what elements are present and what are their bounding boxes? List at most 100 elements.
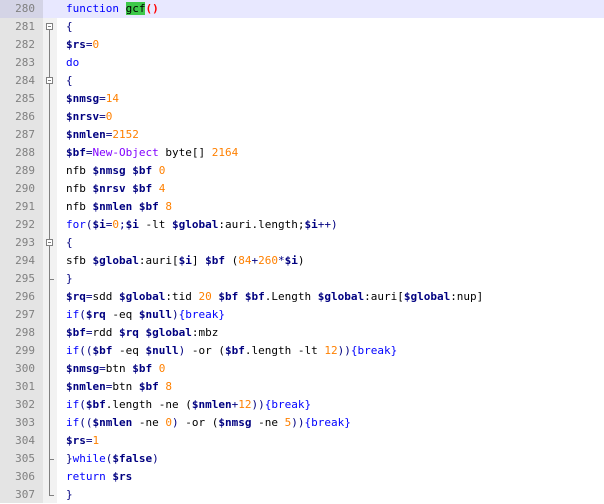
fold-guide-line xyxy=(43,108,57,126)
code-text[interactable]: } xyxy=(66,486,73,504)
code-text[interactable]: $nmlen=2152 xyxy=(66,126,139,144)
code-text[interactable]: if(($bf -eq $null) -or ($bf.length -lt 1… xyxy=(66,342,397,360)
code-token: } xyxy=(66,488,73,501)
line-number: 300 xyxy=(15,362,35,375)
code-text[interactable]: $nrsv=0 xyxy=(66,108,112,126)
code-token: $bf xyxy=(225,344,245,357)
code-line[interactable]: 287 $nmlen=2152 xyxy=(0,126,604,144)
code-token: 0 xyxy=(105,110,113,123)
code-line[interactable]: 301 $nmlen=btn $bf 8 xyxy=(0,378,604,396)
code-token: $bf xyxy=(85,398,106,411)
code-token: $bf xyxy=(66,326,86,339)
code-text[interactable]: nfb $nmsg $bf 0 xyxy=(66,162,165,180)
fold-collapse-icon[interactable] xyxy=(43,18,57,36)
code-text[interactable]: function gcf() xyxy=(66,0,159,18)
code-text[interactable]: do xyxy=(66,54,79,72)
code-line[interactable]: 292 for($i=0;$i -lt $global:auri.length;$… xyxy=(0,216,604,234)
code-text[interactable]: sfb $global:auri[$i] $bf (84+260*$i) xyxy=(66,252,304,270)
code-token: $nmlen xyxy=(92,200,133,213)
code-text[interactable]: { xyxy=(66,72,73,90)
code-line[interactable]: 306 return $rs xyxy=(0,468,604,486)
code-token: nfb xyxy=(66,200,93,213)
code-text[interactable]: { xyxy=(66,18,73,36)
code-line[interactable]: 307} xyxy=(0,486,604,504)
code-line[interactable]: 305}while($false) xyxy=(0,450,604,468)
code-line[interactable]: 304 $rs=1 xyxy=(0,432,604,450)
code-token: $null xyxy=(145,344,179,357)
code-line[interactable]: 294 sfb $global:auri[$i] $bf (84+260*$i) xyxy=(0,252,604,270)
code-token: = xyxy=(99,110,106,123)
code-token: } xyxy=(66,272,73,285)
line-number: 295 xyxy=(15,272,35,285)
code-text[interactable]: $bf=rdd $rq $global:mbz xyxy=(66,324,218,342)
code-text[interactable]: $nmlen=btn $bf 8 xyxy=(66,378,172,396)
code-line[interactable]: 298 $bf=rdd $rq $global:mbz xyxy=(0,324,604,342)
line-number: 283 xyxy=(15,56,35,69)
code-token: $nmlen xyxy=(191,398,232,411)
code-text[interactable]: $nmsg=btn $bf 0 xyxy=(66,360,165,378)
code-line[interactable]: 280 function gcf() xyxy=(0,0,604,18)
code-line[interactable]: 289 nfb $nmsg $bf 0 xyxy=(0,162,604,180)
code-line[interactable]: 302 if($bf.length -ne ($nmlen+12)){break} xyxy=(0,396,604,414)
code-line[interactable]: 284 { xyxy=(0,72,604,90)
code-line[interactable]: 293 { xyxy=(0,234,604,252)
fold-guide-line xyxy=(43,432,57,450)
code-text[interactable]: $rq=sdd $global:tid 20 $bf $bf.Length $g… xyxy=(66,288,483,306)
code-line[interactable]: 299 if(($bf -eq $null) -or ($bf.length -l… xyxy=(0,342,604,360)
code-token: 260 xyxy=(258,254,278,267)
code-text[interactable]: nfb $nrsv $bf 4 xyxy=(66,180,165,198)
code-text[interactable]: $rs=0 xyxy=(66,36,99,54)
code-line[interactable]: 303 if(($nmlen -ne 0) -or ($nmsg -ne 5)){… xyxy=(0,414,604,432)
code-line[interactable]: 296 $rq=sdd $global:tid 20 $bf $bf.Length… xyxy=(0,288,604,306)
code-token: sfb xyxy=(66,254,93,267)
code-token: * xyxy=(277,254,285,267)
code-text[interactable]: }while($false) xyxy=(66,450,159,468)
code-text[interactable]: { xyxy=(66,234,73,252)
code-text[interactable]: nfb $nmlen $bf 8 xyxy=(66,198,172,216)
code-text[interactable]: if(($nmlen -ne 0) -or ($nmsg -ne 5)){bre… xyxy=(66,414,351,432)
code-line[interactable]: 282 $rs=0 xyxy=(0,36,604,54)
code-line[interactable]: 300 $nmsg=btn $bf 0 xyxy=(0,360,604,378)
code-text[interactable]: return $rs xyxy=(66,468,132,486)
code-text[interactable]: } xyxy=(66,270,73,288)
code-token: 0 xyxy=(112,218,119,231)
code-line[interactable]: 285 $nmsg=14 xyxy=(0,90,604,108)
code-token: 12 xyxy=(238,398,252,411)
code-token: $false xyxy=(112,452,153,465)
line-number: 287 xyxy=(15,128,35,141)
code-line[interactable]: 281 { xyxy=(0,18,604,36)
fold-margin-cell xyxy=(43,0,57,18)
line-number: 307 xyxy=(15,488,35,501)
line-number: 304 xyxy=(15,434,35,447)
code-token: 2164 xyxy=(211,146,239,159)
line-number: 297 xyxy=(15,308,35,321)
code-line[interactable]: 297 if($rq -eq $null){break} xyxy=(0,306,604,324)
code-token: :nup] xyxy=(450,290,484,303)
code-token: -lt xyxy=(138,218,172,231)
fold-guide-line xyxy=(43,360,57,378)
code-token: $rq xyxy=(66,290,86,303)
code-line[interactable]: 288 $bf=New-Object byte[] 2164 xyxy=(0,144,604,162)
fold-collapse-icon[interactable] xyxy=(43,234,57,252)
code-token: () xyxy=(145,2,159,15)
fold-guide-line xyxy=(43,144,57,162)
code-text[interactable]: for($i=0;$i -lt $global:auri.length;$i++… xyxy=(66,216,338,234)
fold-collapse-icon[interactable] xyxy=(43,72,57,90)
code-text[interactable]: $rs=1 xyxy=(66,432,99,450)
code-text[interactable]: $bf=New-Object byte[] 2164 xyxy=(66,144,238,162)
code-token: { xyxy=(66,236,73,249)
code-token: $bf xyxy=(138,380,159,393)
code-line[interactable]: 286 $nrsv=0 xyxy=(0,108,604,126)
code-token: $global xyxy=(119,290,166,303)
code-token: $bf xyxy=(218,290,239,303)
fold-guide-line xyxy=(43,288,57,306)
code-text[interactable]: if($bf.length -ne ($nmlen+12)){break} xyxy=(66,396,311,414)
code-editor[interactable]: 280 function gcf() 281{282 $rs=0 283 do 284{28… xyxy=(0,0,604,503)
code-line[interactable]: 283 do xyxy=(0,54,604,72)
code-line[interactable]: 291 nfb $nmlen $bf 8 xyxy=(0,198,604,216)
code-line[interactable]: 290 nfb $nrsv $bf 4 xyxy=(0,180,604,198)
code-line[interactable]: 295} xyxy=(0,270,604,288)
code-text[interactable]: $nmsg=14 xyxy=(66,90,119,108)
code-text[interactable]: if($rq -eq $null){break} xyxy=(66,306,225,324)
